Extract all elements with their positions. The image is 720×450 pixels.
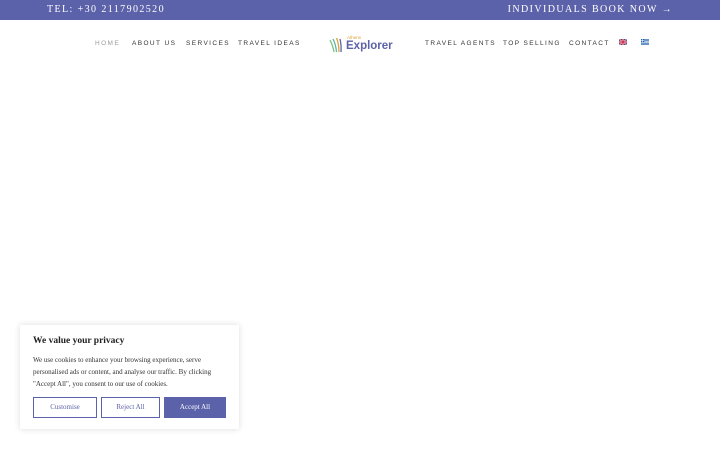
leaf-stripes-icon — [329, 37, 342, 53]
nav-top-selling[interactable]: TOP SELLING — [503, 40, 561, 48]
site-logo[interactable]: Athens Explorer — [328, 33, 394, 55]
main-navigation: HOME ABOUT US SERVICES TRAVEL IDEAS Athe… — [0, 28, 720, 62]
uk-flag-icon[interactable] — [619, 39, 627, 45]
top-bar: TEL: +30 2117902520 INDIVIDUALS BOOK NOW… — [0, 0, 720, 20]
nav-services[interactable]: SERVICES — [186, 40, 230, 48]
cookie-consent-banner: We value your privacy We use cookies to … — [20, 325, 239, 429]
cookie-title: We value your privacy — [33, 336, 125, 346]
nav-contact[interactable]: CONTACT — [569, 40, 610, 48]
greek-flag-icon[interactable] — [641, 39, 649, 45]
nav-home[interactable]: HOME — [95, 40, 120, 48]
reject-all-button[interactable]: Reject All — [101, 397, 160, 418]
individuals-book-now-link[interactable]: INDIVIDUALS BOOK NOW → — [508, 4, 673, 16]
accept-all-button[interactable]: Accept All — [164, 397, 226, 418]
nav-travel-ideas[interactable]: TRAVEL IDEAS — [238, 40, 301, 48]
customise-button[interactable]: Customise — [33, 397, 97, 418]
nav-travel-agents[interactable]: TRAVEL AGENTS — [425, 40, 496, 48]
logo-big-text: Explorer — [346, 40, 393, 52]
nav-about-us[interactable]: ABOUT US — [132, 40, 176, 48]
cookie-description: We use cookies to enhance your browsing … — [33, 356, 212, 388]
telephone-link[interactable]: TEL: +30 2117902520 — [47, 4, 165, 16]
